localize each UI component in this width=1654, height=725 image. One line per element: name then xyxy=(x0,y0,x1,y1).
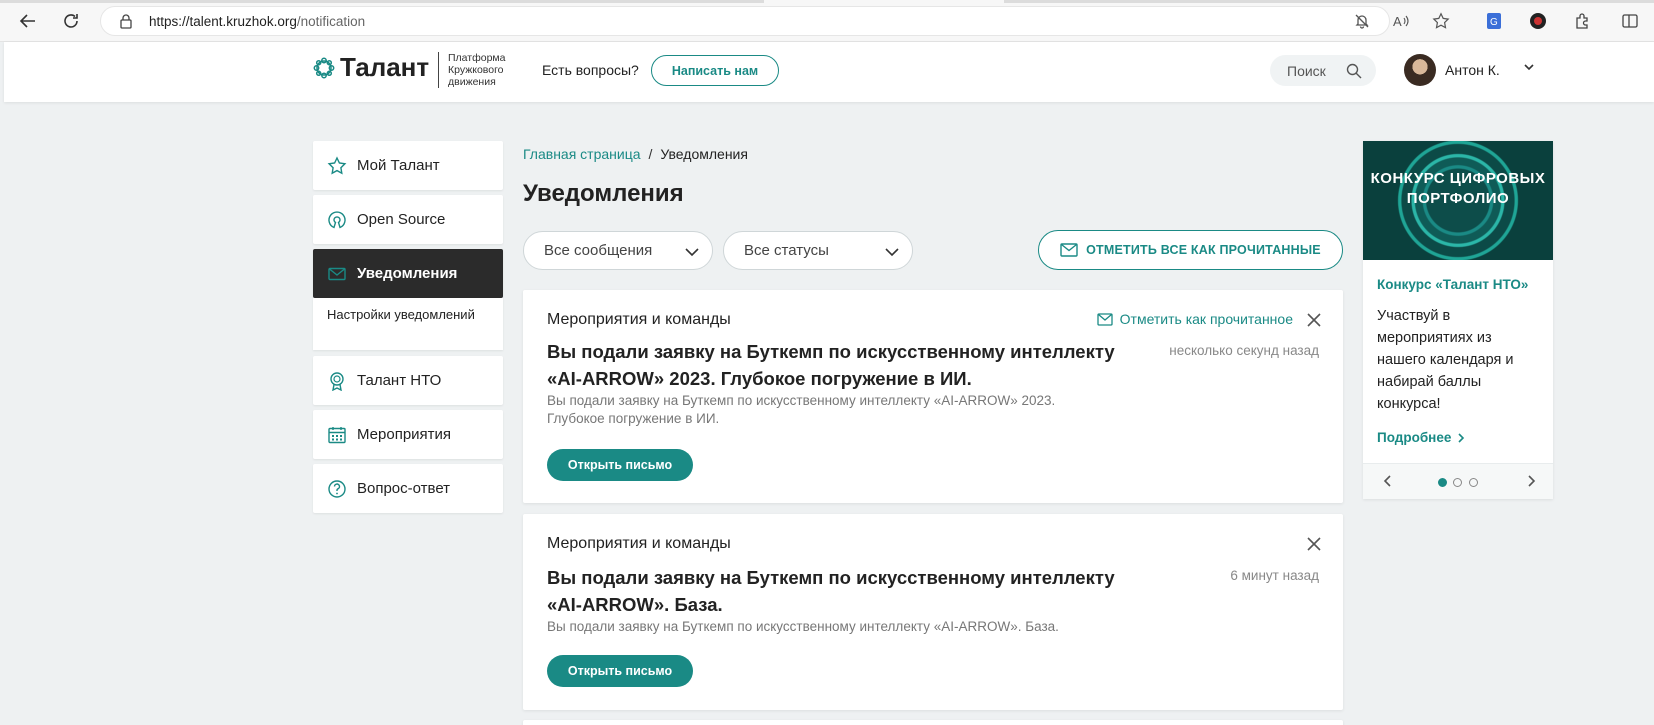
user-name[interactable]: Антон К. xyxy=(1445,62,1500,78)
sidebar-item-label: Талант НТО xyxy=(357,372,442,389)
status-filter-value: Все статусы xyxy=(744,242,829,259)
status-filter-select[interactable]: Все статусы xyxy=(723,231,913,270)
search-label: Поиск xyxy=(1287,62,1326,79)
mail-icon xyxy=(1060,243,1078,257)
promo-image[interactable]: КОНКУРС ЦИФРОВЫХ ПОРТФОЛИО xyxy=(1363,141,1553,260)
questions-label: Есть вопросы? xyxy=(542,62,639,78)
back-icon[interactable] xyxy=(16,9,40,33)
promo-title[interactable]: Конкурс «Талант НТО» xyxy=(1377,277,1528,292)
logo-icon xyxy=(313,57,335,78)
notification-card xyxy=(523,720,1343,725)
sidebar-item-open-source[interactable]: Open Source xyxy=(313,195,503,244)
sidebar-item-my-talent[interactable]: Мой Талант xyxy=(313,141,503,190)
open-letter-button[interactable]: Открыть письмо xyxy=(547,655,693,687)
sidebar-item-talent-nto[interactable]: Талант НТО xyxy=(313,356,503,405)
notification-card: Мероприятия и команды Отметить как прочи… xyxy=(523,290,1343,503)
vk-extension-icon[interactable] xyxy=(1526,9,1550,33)
close-icon[interactable] xyxy=(1305,311,1323,329)
question-icon xyxy=(327,479,347,499)
tab-strip xyxy=(0,0,1654,3)
logo-divider xyxy=(438,52,439,88)
calendar-icon xyxy=(327,425,347,445)
promo-more-label: Подробнее xyxy=(1377,430,1452,445)
logo-subtitle: Платформа Кружкового движения xyxy=(448,52,506,88)
open-source-icon xyxy=(327,210,347,230)
mark-as-read-link[interactable]: Отметить как прочитанное xyxy=(1096,311,1293,327)
carousel-dot[interactable] xyxy=(1438,478,1447,487)
promo-text: Участвуй в мероприятиях из нашего календ… xyxy=(1377,308,1514,412)
favorite-star-icon[interactable] xyxy=(1429,9,1453,33)
carousel-dot[interactable] xyxy=(1453,478,1462,487)
sidebar-item-notifications[interactable]: Уведомления xyxy=(313,249,503,298)
page-title: Уведомления xyxy=(523,180,684,207)
promo-more-link[interactable]: Подробнее xyxy=(1377,430,1465,445)
write-us-button[interactable]: Написать нам xyxy=(651,55,779,86)
mark-all-read-button[interactable]: ОТМЕТИТЬ ВСЕ КАК ПРОЧИТАННЫЕ xyxy=(1038,230,1343,270)
sidebar-item-label: Мероприятия xyxy=(357,426,452,443)
svg-text:G: G xyxy=(1490,17,1498,28)
split-screen-icon[interactable] xyxy=(1618,9,1642,33)
sidebar-item-label: Вопрос-ответ xyxy=(357,480,451,497)
mail-icon xyxy=(327,264,347,284)
star-icon xyxy=(327,155,347,176)
award-icon xyxy=(327,371,347,391)
carousel-dot[interactable] xyxy=(1469,478,1478,487)
breadcrumb-home-link[interactable]: Главная страница xyxy=(523,146,641,162)
promo-image-text: КОНКУРС ЦИФРОВЫХ ПОРТФОЛИО xyxy=(1370,170,1546,207)
search-icon xyxy=(1346,63,1362,82)
mail-icon xyxy=(1096,312,1113,326)
notifications-off-icon[interactable] xyxy=(1350,9,1374,33)
address-bar[interactable]: https://talent.kruzhok.org/notification xyxy=(100,6,1390,36)
sidebar-item-notification-settings[interactable]: Настройки уведомлений xyxy=(313,298,503,350)
read-aloud-icon[interactable]: A xyxy=(1389,9,1413,33)
promo-carousel-nav xyxy=(1363,463,1553,499)
sidebar-item-faq[interactable]: Вопрос-ответ xyxy=(313,464,503,513)
notification-description: Вы подали заявку на Буткемп по искусстве… xyxy=(547,393,1056,426)
avatar[interactable] xyxy=(1404,54,1436,86)
sidebar-item-label: Мой Талант xyxy=(357,157,440,174)
notification-card: Мероприятия и команды Вы подали заявку н… xyxy=(523,514,1343,710)
browser-toolbar: https://talent.kruzhok.org/notification … xyxy=(0,0,1654,42)
reload-icon[interactable] xyxy=(59,9,83,33)
notification-description: Вы подали заявку на Буткемп по искусстве… xyxy=(547,619,1059,634)
chevron-down-icon xyxy=(684,245,700,263)
logo[interactable]: Талант xyxy=(312,52,429,83)
messages-filter-value: Все сообщения xyxy=(544,242,653,259)
chevron-right-icon[interactable] xyxy=(1526,474,1536,493)
svg-text:A: A xyxy=(1393,14,1402,29)
chevron-left-icon[interactable] xyxy=(1383,474,1393,493)
chevron-down-icon xyxy=(884,245,900,263)
chevron-down-icon[interactable] xyxy=(1522,60,1536,79)
notification-category: Мероприятия и команды xyxy=(547,311,731,328)
notification-category: Мероприятия и команды xyxy=(547,535,731,552)
open-letter-button[interactable]: Открыть письмо xyxy=(547,449,693,481)
promo-banner: КОНКУРС ЦИФРОВЫХ ПОРТФОЛИО Конкурс «Тала… xyxy=(1363,141,1553,499)
notification-time: несколько секунд назад xyxy=(1169,343,1319,358)
sidebar-item-label: Open Source xyxy=(357,211,446,228)
logo-text: Талант xyxy=(340,52,430,82)
sidebar-item-events[interactable]: Мероприятия xyxy=(313,410,503,459)
close-icon[interactable] xyxy=(1305,535,1323,553)
notification-time: 6 минут назад xyxy=(1230,568,1319,583)
notification-title: Вы подали заявку на Буткемп по искусстве… xyxy=(547,567,1115,615)
extensions-icon[interactable] xyxy=(1571,9,1595,33)
sidebar-item-label: Уведомления xyxy=(357,265,458,282)
translate-extension-icon[interactable]: G xyxy=(1482,9,1506,33)
search-button[interactable]: Поиск xyxy=(1270,55,1376,86)
notification-title: Вы подали заявку на Буткемп по искусстве… xyxy=(547,341,1115,389)
breadcrumb-current: Уведомления xyxy=(660,146,748,162)
url-text: https://talent.kruzhok.org/notification xyxy=(149,14,366,29)
mark-all-read-label: ОТМЕТИТЬ ВСЕ КАК ПРОЧИТАННЫЕ xyxy=(1086,243,1321,257)
site-header: Талант Платформа Кружкового движения Ест… xyxy=(4,42,1654,102)
breadcrumb-separator: / xyxy=(648,146,653,162)
messages-filter-select[interactable]: Все сообщения xyxy=(523,231,713,270)
chevron-right-icon xyxy=(1458,432,1465,443)
lock-icon xyxy=(119,14,133,34)
mark-as-read-label: Отметить как прочитанное xyxy=(1119,311,1293,327)
breadcrumb: Главная страница / Уведомления xyxy=(523,146,748,162)
